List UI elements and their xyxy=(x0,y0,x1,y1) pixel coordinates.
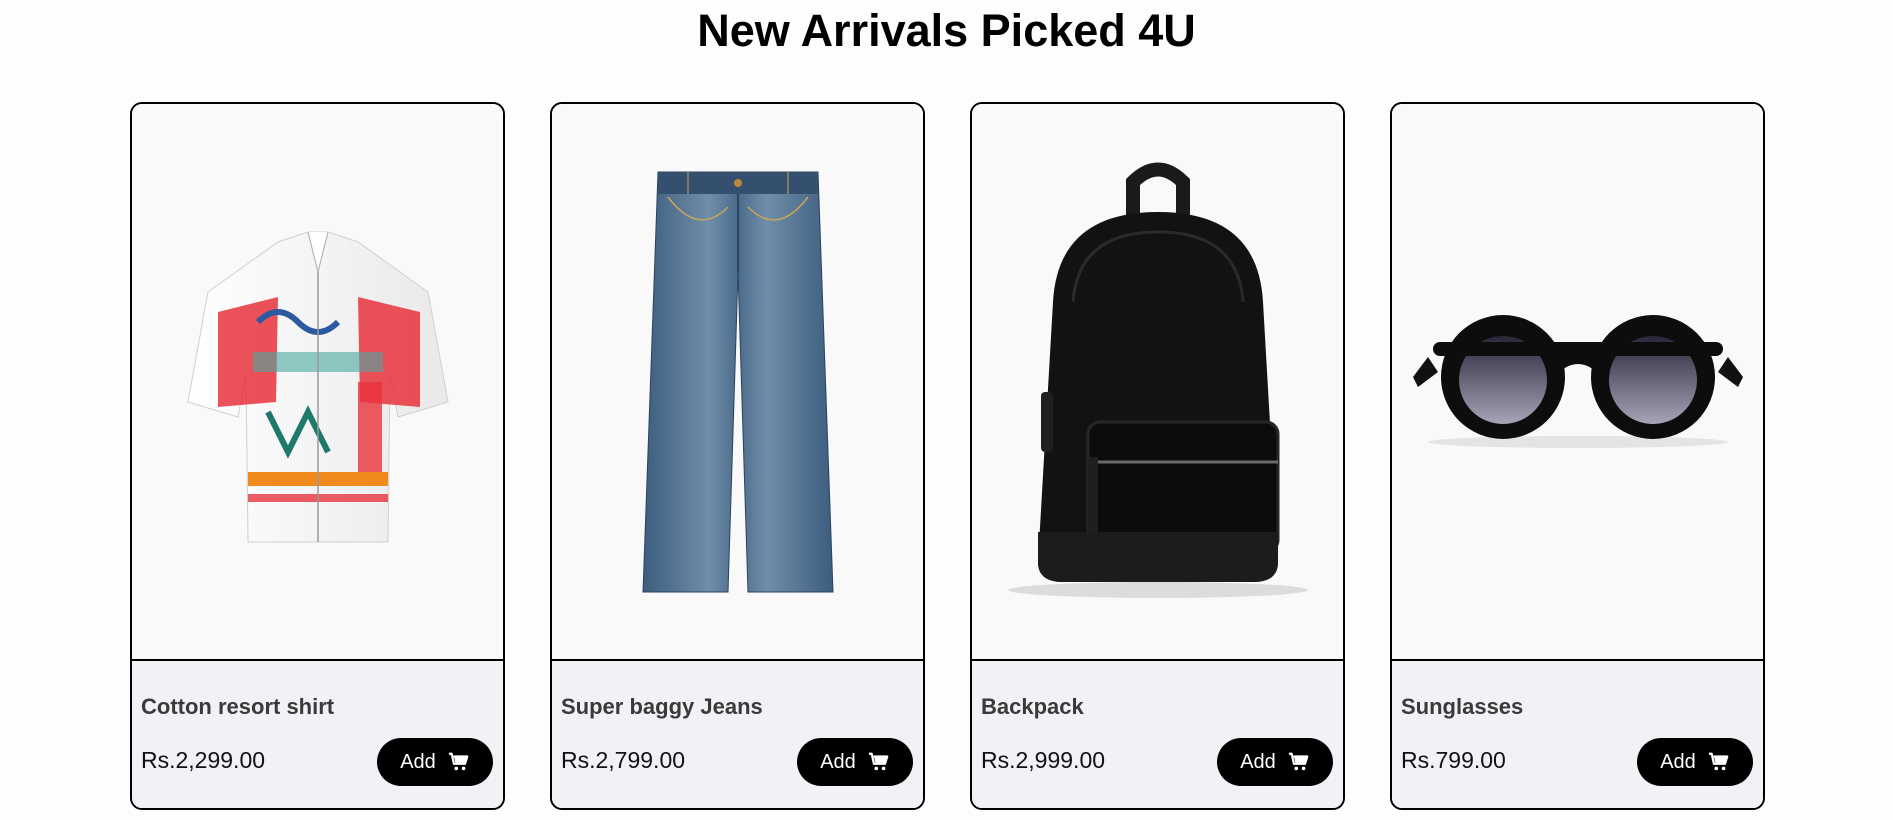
add-to-cart-button[interactable]: Add xyxy=(797,738,913,786)
product-info: Cotton resort shirt Rs.2,299.00 Add xyxy=(132,661,503,808)
product-info: Backpack Rs.2,999.00 Add xyxy=(972,661,1343,808)
jeans-icon xyxy=(641,171,834,592)
cart-icon xyxy=(1708,751,1730,773)
product-card[interactable]: Backpack Rs.2,999.00 Add xyxy=(970,102,1345,810)
product-grid: Cotton resort shirt Rs.2,299.00 Add Supe… xyxy=(0,0,1893,820)
product-card[interactable]: Sunglasses Rs.799.00 Add xyxy=(1390,102,1765,810)
add-button-label: Add xyxy=(1240,750,1276,773)
backpack-icon xyxy=(1007,162,1308,598)
add-button-label: Add xyxy=(1660,750,1696,773)
product-info: Sunglasses Rs.799.00 Add xyxy=(1392,661,1763,808)
add-to-cart-button[interactable]: Add xyxy=(377,738,493,786)
add-button-label: Add xyxy=(400,750,436,773)
add-button-label: Add xyxy=(820,750,856,773)
product-info: Super baggy Jeans Rs.2,799.00 Add xyxy=(552,661,923,808)
sunglasses-icon xyxy=(1412,314,1743,448)
product-price: Rs.2,799.00 xyxy=(561,747,686,773)
product-image[interactable] xyxy=(972,104,1343,661)
product-name: Sunglasses xyxy=(1401,694,1524,719)
product-image[interactable] xyxy=(552,104,923,661)
cart-icon xyxy=(1288,751,1310,773)
product-price: Rs.799.00 xyxy=(1401,747,1506,773)
product-card[interactable]: Cotton resort shirt Rs.2,299.00 Add xyxy=(130,102,505,810)
product-name: Super baggy Jeans xyxy=(561,694,763,719)
product-name: Backpack xyxy=(981,694,1084,719)
add-to-cart-button[interactable]: Add xyxy=(1217,738,1333,786)
product-card[interactable]: Super baggy Jeans Rs.2,799.00 Add xyxy=(550,102,925,810)
product-price: Rs.2,299.00 xyxy=(141,747,266,773)
product-image[interactable] xyxy=(1392,104,1763,661)
cart-icon xyxy=(448,751,470,773)
shirt-icon xyxy=(186,231,449,542)
add-to-cart-button[interactable]: Add xyxy=(1637,738,1753,786)
product-image[interactable] xyxy=(132,104,503,661)
product-name: Cotton resort shirt xyxy=(141,694,335,719)
product-price: Rs.2,999.00 xyxy=(981,747,1106,773)
cart-icon xyxy=(868,751,890,773)
